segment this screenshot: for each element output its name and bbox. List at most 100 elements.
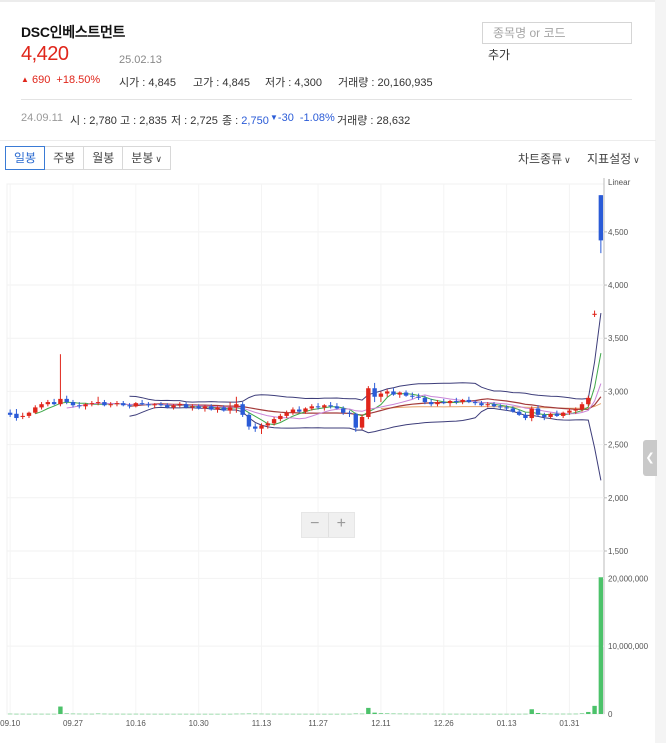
date-tick-label: 12.26 — [434, 719, 455, 728]
volume-bar — [416, 713, 421, 715]
candle-body — [535, 408, 541, 415]
date-tick-label: 10.16 — [126, 719, 147, 728]
chart-frame — [6, 183, 605, 715]
stock-chart[interactable]: 4,500 4,000 3,500 3,000 2,500 2,000 1,500 Linea… — [0, 176, 656, 743]
candle-body — [265, 423, 270, 426]
candle-body — [416, 396, 421, 398]
volume-bar — [341, 713, 346, 715]
volume-bar — [246, 713, 252, 715]
volume-bar — [435, 713, 440, 715]
volume-bar — [183, 713, 189, 715]
candle-body — [278, 415, 283, 420]
candle-body — [567, 410, 572, 413]
volume-bar — [422, 713, 428, 715]
volume-bar — [7, 713, 13, 715]
candle-body — [586, 397, 591, 405]
volume-bar — [542, 713, 547, 715]
price-date: 25.02.13 — [119, 54, 162, 66]
date-tick-label: 01.13 — [497, 719, 518, 728]
volume-bar — [510, 713, 516, 715]
chart-type-menu[interactable]: 차트종류 ∨ — [518, 150, 571, 167]
date-tick-label: 09.10 — [0, 719, 21, 728]
volume-bar — [309, 713, 314, 715]
candle-body — [121, 403, 126, 406]
indicator-settings-menu[interactable]: 지표설정 ∨ — [587, 150, 640, 167]
candle-body — [598, 195, 604, 241]
candle-body — [447, 401, 453, 404]
volume: 거래량 : 20,160,935 — [338, 77, 433, 89]
tab-monthly[interactable]: 월봉 — [83, 146, 124, 170]
volume-tick-label: 20,000,000 — [608, 574, 649, 583]
date-tick-label: 12.11 — [371, 719, 391, 728]
search-input[interactable] — [482, 22, 632, 44]
divider — [21, 99, 632, 100]
candle-body — [227, 407, 233, 411]
candle-body — [372, 388, 377, 397]
candle-body — [322, 405, 327, 408]
price-tick-label: 3,500 — [608, 334, 629, 343]
volume-bar — [146, 713, 151, 715]
volume-bar — [441, 713, 446, 715]
volume-bar — [227, 713, 233, 715]
volume-bar — [491, 713, 497, 715]
volume-bar — [410, 713, 415, 715]
triangle-down-icon: ▼ — [270, 113, 278, 122]
top-border — [0, 0, 656, 2]
candle-body — [435, 402, 440, 405]
volume-bar — [284, 713, 289, 715]
chevron-down-icon: ∨ — [564, 155, 571, 165]
volume-bar — [51, 713, 57, 715]
volume-bar — [548, 713, 553, 715]
volume-bar — [95, 713, 101, 715]
candle-body — [190, 406, 195, 408]
volume-bar — [33, 713, 38, 715]
zoom-out-button[interactable]: − — [302, 513, 328, 537]
volume-bar — [347, 713, 352, 715]
add-button[interactable]: 추가 — [488, 46, 510, 63]
candle-body — [441, 402, 446, 404]
candle-body — [284, 412, 289, 416]
candle-body — [297, 409, 302, 412]
chevron-down-icon: ∨ — [155, 154, 162, 164]
low-price: 저가 : 4,300 — [265, 77, 322, 89]
volume-bar — [403, 713, 409, 715]
candle-body — [171, 405, 176, 408]
volume-bar — [133, 713, 139, 715]
candle-body — [45, 402, 51, 405]
volume-bar — [579, 713, 585, 714]
candle-body — [183, 404, 189, 408]
volume-bar — [196, 713, 201, 715]
volume-bar — [127, 713, 132, 715]
date-tick-label: 10.30 — [189, 719, 210, 728]
tab-daily[interactable]: 일봉 — [5, 146, 46, 170]
volume-bar — [221, 713, 227, 715]
candle-body — [158, 404, 164, 406]
price-tick-label: 4,500 — [608, 228, 629, 237]
volume-bar — [384, 713, 390, 714]
volume-bar — [190, 713, 195, 715]
candle-body — [403, 392, 409, 396]
volume-bar — [234, 713, 239, 715]
candle-body — [309, 406, 314, 409]
daily-close: 종 : 2,750 — [222, 115, 269, 127]
candle-body — [303, 408, 308, 412]
zoom-in-button[interactable]: + — [327, 513, 355, 537]
chevron-left-icon[interactable]: ❮ — [643, 440, 657, 476]
volume-bar — [535, 712, 541, 714]
candle-body — [14, 413, 19, 419]
candle-body — [384, 391, 390, 394]
period-tabs: 일봉 주봉 월봉 분봉 ∨ — [5, 146, 171, 170]
tab-minute[interactable]: 분봉 ∨ — [122, 146, 171, 170]
volume-bar — [152, 713, 157, 715]
candle-body — [139, 403, 145, 405]
stock-name: DSC인베스트먼트 — [21, 24, 126, 40]
tab-weekly[interactable]: 주봉 — [44, 146, 85, 170]
candle-body — [397, 392, 402, 395]
volume-bar — [598, 577, 604, 714]
volume-bar — [334, 713, 340, 715]
volume-bar — [397, 713, 402, 715]
volume-bar — [529, 709, 534, 714]
volume-bar — [315, 713, 321, 715]
volume-bar — [278, 713, 283, 715]
candle-body — [573, 409, 578, 411]
